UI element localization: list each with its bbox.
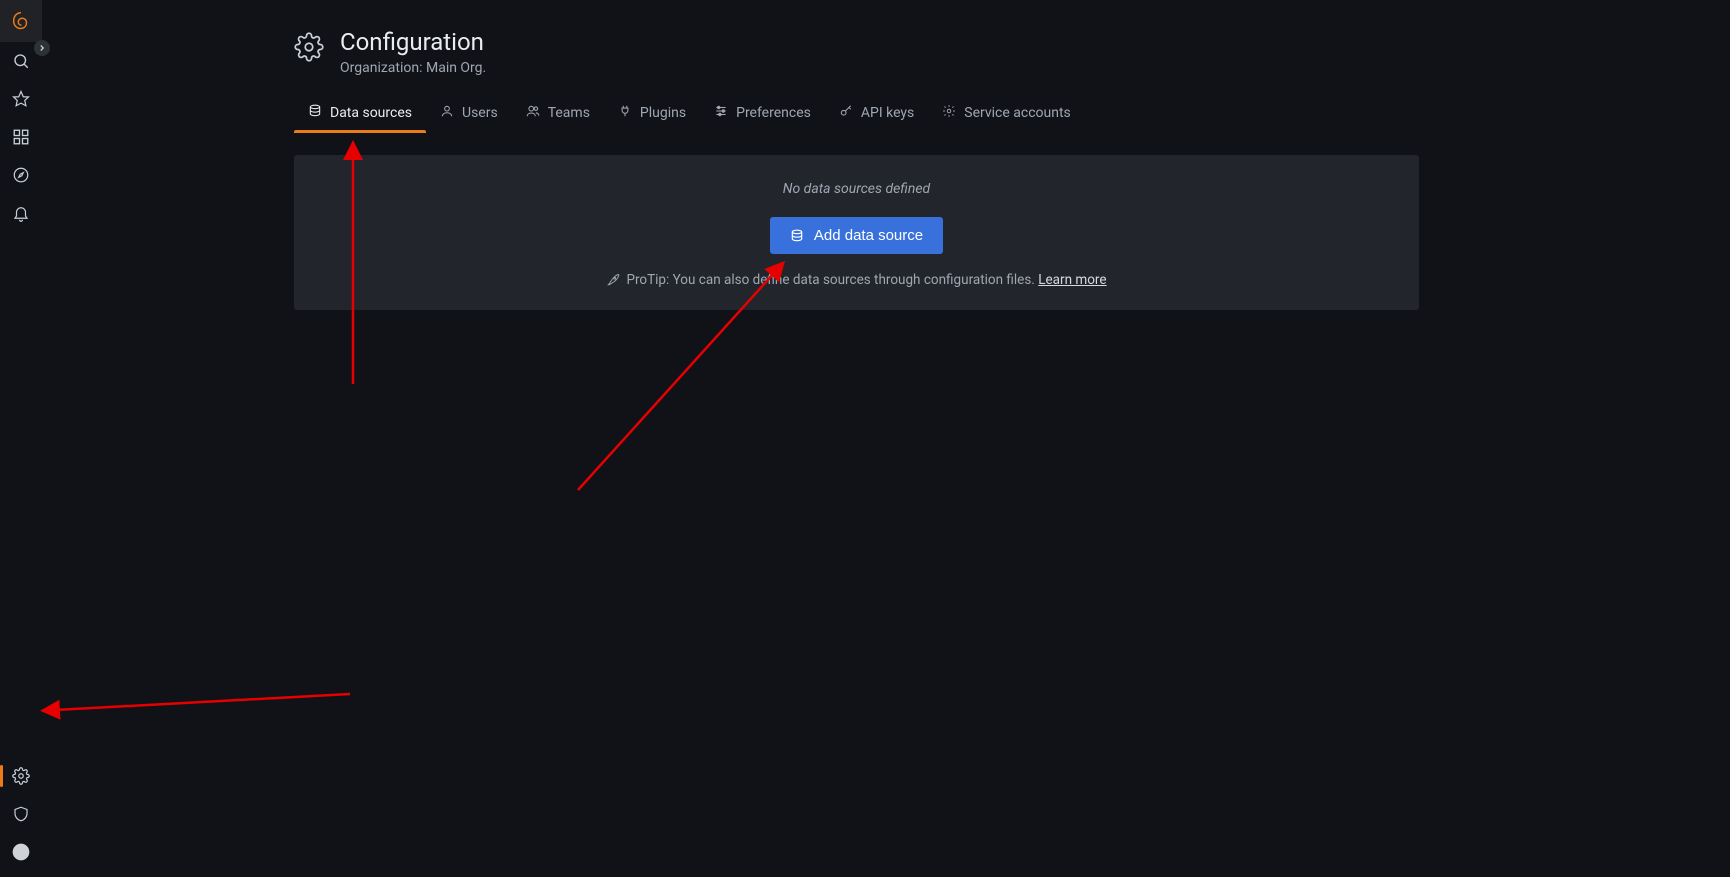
sidebar-item-explore[interactable]: [0, 156, 42, 194]
tab-label: Plugins: [640, 105, 686, 121]
tab-label: Service accounts: [964, 105, 1071, 121]
chevron-right-icon: [37, 43, 47, 53]
database-icon: [790, 229, 804, 243]
star-icon: [12, 90, 30, 108]
tab-label: Preferences: [736, 105, 811, 121]
sidebar-item-logo[interactable]: [0, 0, 42, 42]
main-content: Configuration Organization: Main Org. Da…: [42, 4, 1730, 877]
tab-preferences[interactable]: Preferences: [700, 96, 825, 132]
add-data-source-button[interactable]: Add data source: [770, 217, 943, 254]
sidebar-expand-button[interactable]: [34, 40, 50, 56]
protip: ProTip: You can also define data sources…: [314, 272, 1399, 288]
tab-api-keys[interactable]: API keys: [825, 96, 928, 132]
gear-icon: [294, 32, 324, 62]
sidebar-item-configuration[interactable]: [0, 757, 42, 795]
tab-label: Users: [462, 105, 498, 121]
gear-small-icon: [942, 104, 956, 122]
sidebar-item-dashboards[interactable]: [0, 118, 42, 156]
page-header-icon: [294, 32, 324, 66]
search-icon: [12, 52, 30, 70]
grafana-logo-icon: [10, 10, 32, 32]
page-title: Configuration: [340, 28, 486, 56]
tab-label: Teams: [548, 105, 590, 121]
protip-learn-more-link[interactable]: Learn more: [1038, 272, 1106, 288]
gear-icon: [12, 767, 30, 785]
avatar-icon: [11, 842, 31, 862]
tab-label: Data sources: [330, 105, 412, 121]
sidebar: [0, 0, 42, 877]
config-tabs: Data sources Users Teams Plugins Preferences…: [294, 96, 1678, 133]
grid-icon: [12, 128, 30, 146]
page-subtitle: Organization: Main Org.: [340, 60, 486, 76]
add-data-source-label: Add data source: [814, 227, 923, 244]
sidebar-item-starred[interactable]: [0, 80, 42, 118]
tab-plugins[interactable]: Plugins: [604, 96, 700, 132]
tab-data-sources[interactable]: Data sources: [294, 96, 426, 132]
empty-state-message: No data sources defined: [314, 181, 1399, 197]
shield-icon: [12, 805, 30, 823]
tab-label: API keys: [861, 105, 914, 121]
sidebar-item-alerting[interactable]: [0, 194, 42, 232]
protip-text: ProTip: You can also define data sources…: [626, 272, 1038, 288]
sidebar-item-admin[interactable]: [0, 795, 42, 833]
tab-teams[interactable]: Teams: [512, 96, 604, 132]
sliders-icon: [714, 104, 728, 122]
compass-icon: [12, 166, 30, 184]
users-icon: [526, 104, 540, 122]
rocket-icon: [606, 273, 620, 287]
datasources-panel: No data sources defined Add data source …: [294, 155, 1419, 310]
tab-service-accounts[interactable]: Service accounts: [928, 96, 1085, 132]
database-icon: [308, 104, 322, 122]
key-icon: [839, 104, 853, 122]
page-header: Configuration Organization: Main Org.: [294, 28, 1678, 76]
tab-users[interactable]: Users: [426, 96, 512, 132]
sidebar-item-account[interactable]: [0, 833, 42, 871]
user-icon: [440, 104, 454, 122]
bell-icon: [12, 204, 30, 222]
plug-icon: [618, 104, 632, 122]
